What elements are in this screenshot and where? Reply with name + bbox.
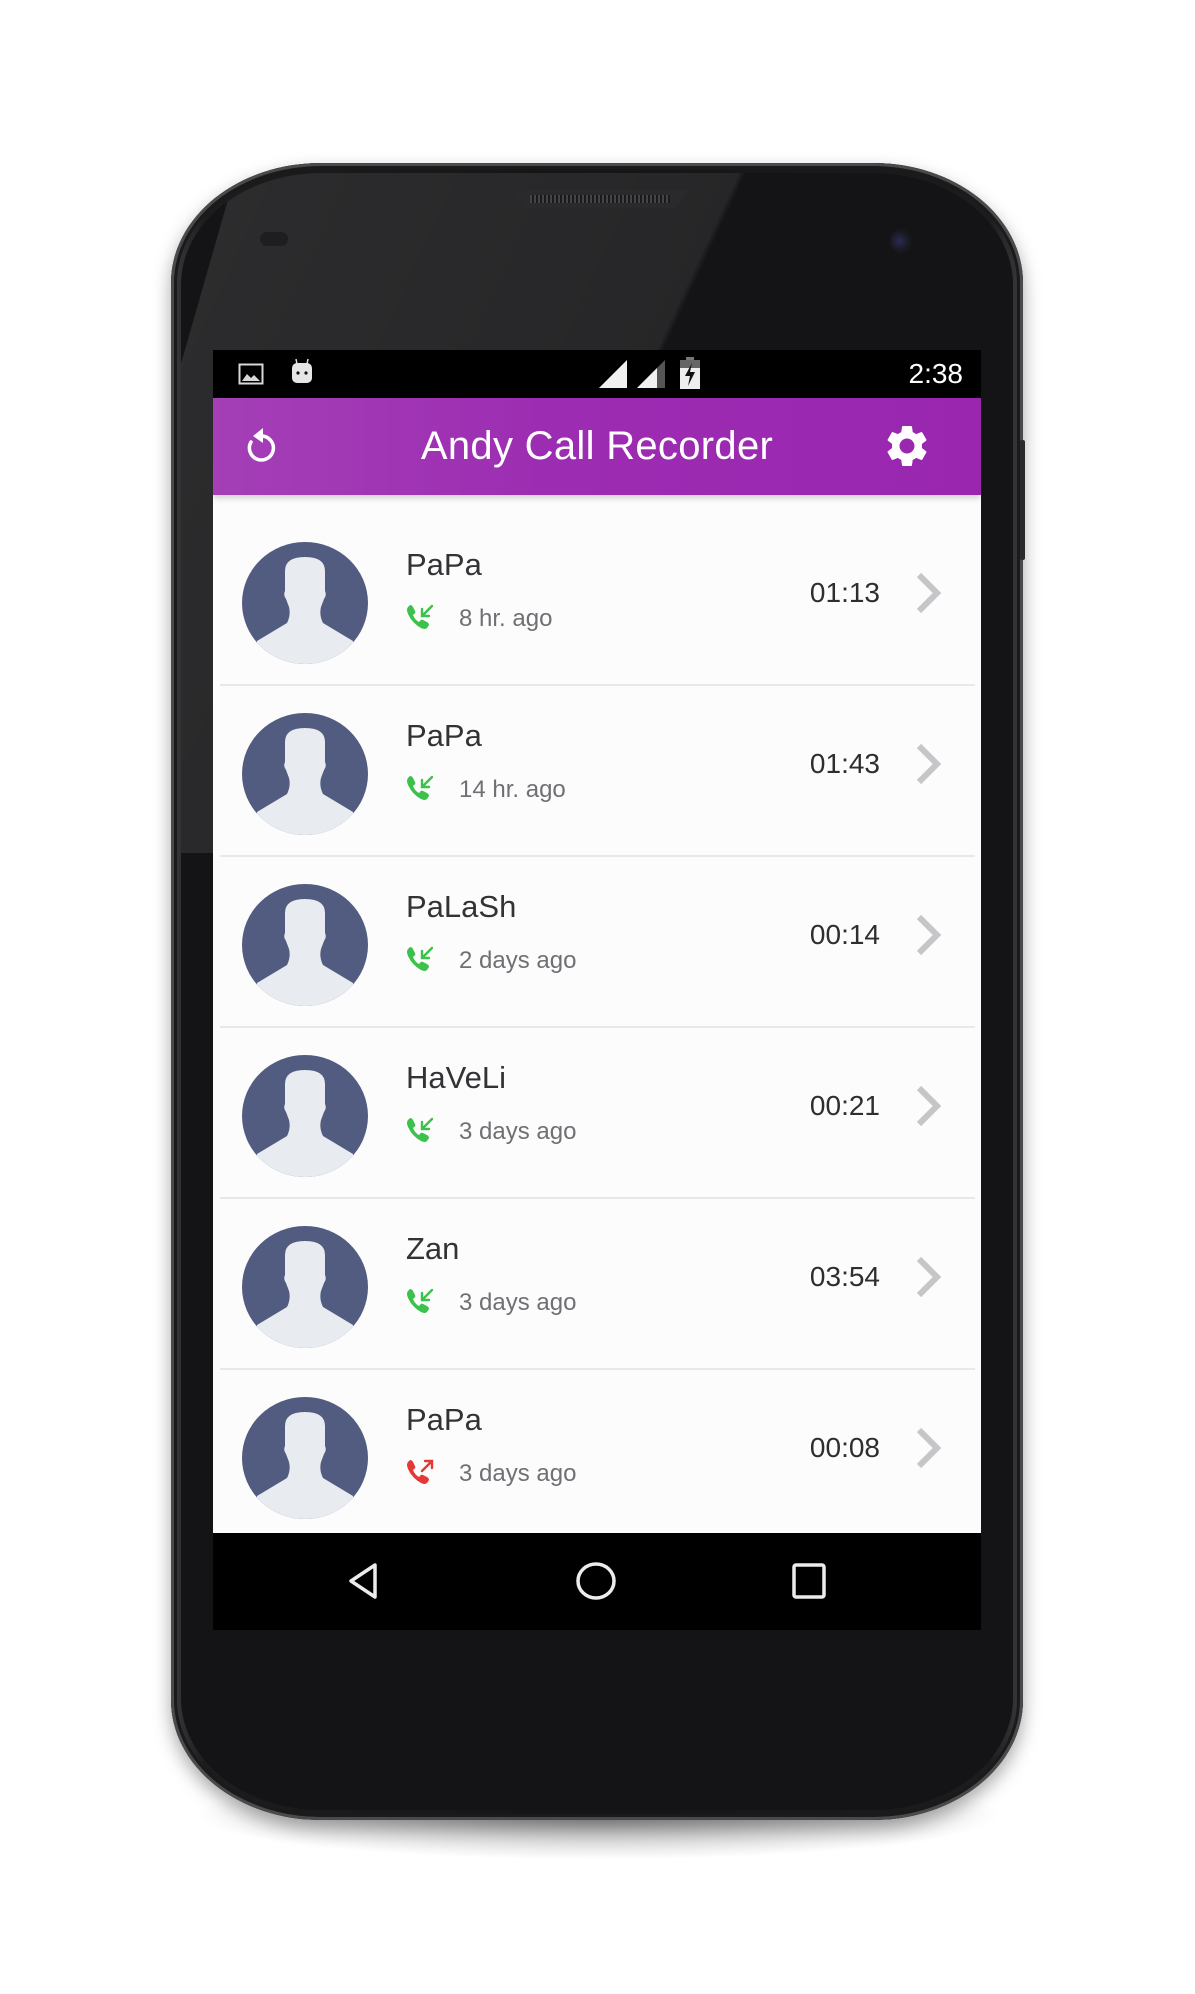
contact-name: Zan	[406, 1231, 460, 1266]
recents-button[interactable]	[787, 1561, 831, 1606]
recording-time-ago: 3 days ago	[459, 1118, 577, 1145]
back-icon	[345, 1561, 385, 1606]
app-title: Andy Call Recorder	[420, 424, 774, 468]
chevron-right-icon[interactable]	[913, 742, 943, 786]
contact-avatar	[241, 541, 369, 665]
signal-icon	[635, 358, 667, 395]
recording-row[interactable]: PaLaSh 2 days ago 00:14	[213, 857, 981, 1028]
signal-icon	[597, 358, 629, 395]
android-notification-icon	[290, 358, 314, 389]
recording-row[interactable]: Zan 3 days ago 03:54	[213, 1199, 981, 1370]
status-bar: 2:38	[213, 350, 981, 398]
recording-duration: 00:21	[809, 1090, 880, 1121]
recording-time-ago: 3 days ago	[459, 1460, 577, 1487]
incoming-call-icon	[405, 945, 435, 973]
recents-icon	[789, 1561, 829, 1606]
recording-duration: 00:14	[809, 919, 880, 950]
recording-duration: 03:54	[809, 1261, 880, 1292]
recording-time-ago: 3 days ago	[459, 1289, 577, 1316]
contact-avatar	[241, 1396, 369, 1520]
incoming-call-icon	[405, 774, 435, 802]
contact-avatar	[241, 712, 369, 836]
contact-name: PaPa	[406, 718, 482, 753]
recording-time-ago: 2 days ago	[459, 947, 577, 974]
contact-name: PaPa	[406, 1402, 482, 1437]
settings-button[interactable]	[885, 425, 929, 470]
recording-duration: 01:13	[809, 577, 880, 608]
outgoing-call-icon	[405, 1458, 435, 1486]
battery-charging-icon	[679, 356, 701, 395]
recording-duration: 01:43	[809, 748, 880, 779]
navigation-bar	[213, 1533, 981, 1630]
screen: 2:38 Andy Call Recorder PaPa 8 hr. ago 01:…	[213, 350, 981, 1630]
recording-row[interactable]: HaVeLi 3 days ago 00:21	[213, 1028, 981, 1199]
incoming-call-icon	[405, 603, 435, 631]
speaker-grille	[530, 195, 670, 203]
contact-name: PaLaSh	[406, 889, 517, 924]
chevron-right-icon[interactable]	[913, 1426, 943, 1470]
recording-duration: 00:08	[809, 1432, 880, 1463]
recording-row[interactable]: PaPa 3 days ago 00:08	[213, 1370, 981, 1533]
chevron-right-icon[interactable]	[913, 571, 943, 615]
recording-row[interactable]: PaPa 14 hr. ago 01:43	[213, 686, 981, 857]
front-camera	[890, 228, 914, 254]
contact-name: HaVeLi	[406, 1060, 506, 1095]
chevron-right-icon[interactable]	[913, 1084, 943, 1128]
contact-name: PaPa	[406, 547, 482, 582]
recording-time-ago: 14 hr. ago	[459, 776, 566, 803]
gear-icon	[882, 421, 932, 476]
incoming-call-icon	[405, 1287, 435, 1315]
incoming-call-icon	[405, 1116, 435, 1144]
image-notification-icon	[238, 363, 264, 390]
proximity-sensor	[260, 232, 288, 246]
home-button[interactable]	[574, 1561, 618, 1606]
contact-avatar	[241, 1054, 369, 1178]
app-bar: Andy Call Recorder	[213, 398, 981, 495]
back-button[interactable]	[343, 1561, 387, 1606]
home-icon	[574, 1561, 618, 1606]
chevron-right-icon[interactable]	[913, 1255, 943, 1299]
contact-avatar	[241, 1225, 369, 1349]
chevron-right-icon[interactable]	[913, 913, 943, 957]
recordings-list: PaPa 8 hr. ago 01:13 PaPa 14 hr. ago 01:43 PaL…	[213, 495, 981, 1533]
recording-row[interactable]: PaPa 8 hr. ago 01:13	[213, 495, 981, 686]
contact-avatar	[241, 883, 369, 1007]
recording-time-ago: 8 hr. ago	[459, 605, 553, 632]
status-clock: 2:38	[908, 358, 964, 389]
power-button	[1020, 440, 1025, 560]
